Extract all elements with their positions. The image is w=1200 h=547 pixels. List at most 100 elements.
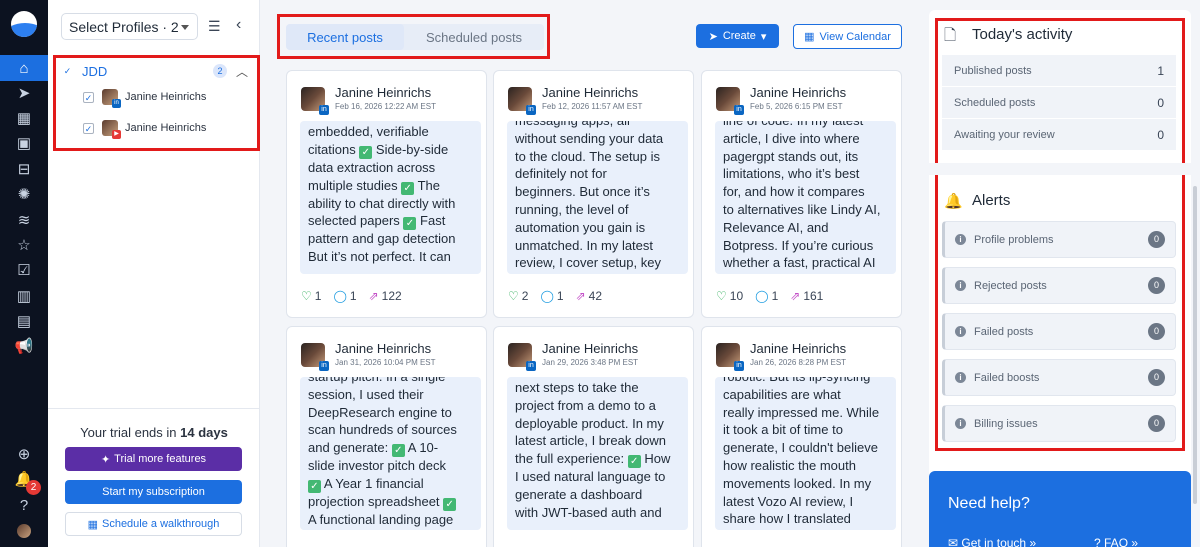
chevron-up-icon[interactable]: ︿: [236, 63, 248, 80]
post-card[interactable]: in Janine Heinrichs Jan 29, 2026 3:48 PM E…: [493, 326, 694, 547]
activity-row[interactable]: Published posts 1: [942, 55, 1176, 86]
check-icon: ✓: [308, 479, 321, 493]
faq-label: FAQ: [1104, 536, 1129, 547]
activity-row[interactable]: Awaiting your review 0: [942, 119, 1176, 150]
reposts-count: 122: [381, 289, 402, 303]
post-author-avatar: in: [508, 87, 536, 115]
post-line: multiple studies ✓ The: [308, 177, 440, 195]
linkedin-icon: in: [319, 361, 329, 371]
post-line: citations ✓ Side-by-side: [308, 141, 449, 159]
tasks-icon[interactable]: ☑: [0, 257, 48, 283]
group-checkbox[interactable]: ✓: [62, 66, 73, 77]
comments-count: 1: [349, 289, 357, 303]
alerts-title: Alerts: [972, 192, 1011, 209]
profile-checkbox[interactable]: ✓: [83, 92, 94, 103]
chevron-down-icon: [181, 25, 189, 30]
check-icon: ✓: [443, 497, 457, 511]
post-line: to alternatives like Lindy AI,: [723, 201, 881, 217]
post-line: review, I cover setup, key: [515, 255, 661, 271]
post-author: Janine Heinrichs: [750, 341, 847, 356]
scrollbar[interactable]: [1193, 186, 1197, 504]
tab-scheduled-posts[interactable]: Scheduled posts: [404, 24, 544, 50]
group-name: JDD: [82, 64, 108, 79]
user-avatar[interactable]: [0, 518, 48, 544]
repost-icon: ⇗: [575, 289, 586, 303]
post-stats: ♡ 1 ◯ 1 ⇗ 122: [301, 289, 402, 303]
post-line: movements looked. In my: [723, 475, 872, 491]
post-card[interactable]: in Janine Heinrichs Feb 16, 2026 12:22 AM …: [286, 70, 487, 318]
analytics-icon[interactable]: ▥: [0, 283, 48, 309]
alert-row-rejected-posts[interactable]: i Rejected posts 0: [942, 267, 1176, 304]
alert-label: Profile problems: [974, 233, 1054, 246]
post-author-avatar: in: [301, 87, 329, 115]
collapse-panel-icon[interactable]: ‹: [236, 16, 241, 34]
app-logo[interactable]: [11, 11, 37, 37]
help-icon[interactable]: ?: [0, 492, 48, 518]
star-icon[interactable]: ☆: [0, 232, 48, 258]
alert-label: Billing issues: [974, 417, 1038, 430]
posts-tabs: Recent posts Scheduled posts: [286, 24, 544, 50]
linkedin-icon: in: [526, 105, 536, 115]
comments-stat: ◯ 1: [333, 289, 356, 303]
post-card[interactable]: in Janine Heinrichs Feb 5, 2026 6:15 PM ES…: [701, 70, 902, 318]
tab-recent-posts[interactable]: Recent posts: [286, 24, 404, 50]
create-button[interactable]: ➤ Create ▾: [696, 24, 779, 48]
activity-value: 1: [1157, 63, 1164, 78]
profiles-panel: Select Profiles · 2 ☰ ‹ ✓ JDD 2 ︿ ✓ in J…: [48, 0, 260, 547]
comment-icon: ◯: [755, 289, 769, 303]
post-date: Jan 31, 2026 10:04 PM EST: [335, 358, 436, 367]
image-icon[interactable]: ▣: [0, 130, 48, 156]
alert-row-failed-posts[interactable]: i Failed posts 0: [942, 313, 1176, 350]
schedule-walkthrough-button[interactable]: ▦ Schedule a walkthrough: [65, 512, 242, 536]
check-icon: ✓: [403, 217, 417, 231]
activity-row[interactable]: Scheduled posts 0: [942, 87, 1176, 118]
profile-name: Janine Heinrichs: [125, 122, 207, 134]
start-subscription-button[interactable]: Start my subscription: [65, 480, 242, 504]
post-card[interactable]: in Janine Heinrichs Jan 26, 2026 8:28 PM E…: [701, 326, 902, 547]
faq-link[interactable]: ? FAQ »: [1094, 536, 1138, 547]
post-line: projection spreadsheet ✓: [308, 493, 473, 511]
post-card[interactable]: in Janine Heinrichs Jan 31, 2026 10:04 PM …: [286, 326, 487, 547]
post-line: I used natural language to: [515, 469, 666, 485]
post-line: generate, I couldn't believe: [723, 440, 878, 456]
home-icon[interactable]: ⌂: [0, 55, 48, 81]
post-date: Feb 16, 2026 12:22 AM EST: [335, 102, 436, 111]
post-line: project from a demo to a: [515, 397, 656, 413]
profile-group[interactable]: ✓ JDD 2 ︿: [62, 63, 248, 81]
view-calendar-button[interactable]: ▦ View Calendar: [793, 24, 902, 49]
alert-count: 0: [1148, 323, 1165, 340]
post-date: Feb 5, 2026 6:15 PM EST: [750, 102, 843, 111]
post-author-avatar: in: [301, 343, 329, 371]
repost-icon: ⇗: [790, 289, 801, 303]
alert-row-profile-problems[interactable]: i Profile problems 0: [942, 221, 1176, 258]
post-author: Janine Heinrichs: [335, 341, 432, 356]
profile-checkbox[interactable]: ✓: [83, 123, 94, 134]
inbox-icon[interactable]: ⊟: [0, 156, 48, 182]
post-line: share how I translated: [723, 511, 851, 527]
post-line: line of code. In my latest: [723, 121, 888, 130]
alert-count: 0: [1148, 231, 1165, 248]
trial-more-features-button[interactable]: ✦ Trial more features: [65, 447, 242, 471]
audio-icon[interactable]: ≋: [0, 207, 48, 233]
alert-row-failed-boosts[interactable]: i Failed boosts 0: [942, 359, 1176, 396]
activity-value: 0: [1157, 127, 1164, 142]
select-profiles-dropdown[interactable]: Select Profiles · 2: [61, 13, 198, 40]
get-in-touch-link[interactable]: ✉ Get in touch »: [948, 536, 1036, 547]
activity-value: 0: [1157, 95, 1164, 110]
post-content: next steps to take the project from a dem…: [507, 377, 688, 530]
heart-icon: ♡: [508, 289, 519, 303]
layout-icon[interactable]: ▤: [0, 308, 48, 334]
add-icon[interactable]: ⊕: [0, 441, 48, 467]
get-in-touch-label: Get in touch: [961, 536, 1027, 547]
send-icon[interactable]: ➤: [0, 80, 48, 106]
post-card[interactable]: in Janine Heinrichs Feb 12, 2026 11:57 AM …: [493, 70, 694, 318]
calendar-icon[interactable]: ▦: [0, 105, 48, 131]
post-content: embedded, verifiable citations ✓ Side-by-…: [300, 121, 481, 274]
activity-label: Scheduled posts: [954, 96, 1036, 109]
comment-icon: ◯: [333, 289, 347, 303]
alert-row-billing-issues[interactable]: i Billing issues 0: [942, 405, 1176, 442]
filter-icon[interactable]: ☰: [208, 18, 221, 35]
megaphone-icon[interactable]: 📢: [0, 333, 48, 359]
post-line: Relevance AI, and: [723, 219, 829, 235]
workflow-icon[interactable]: ✺: [0, 181, 48, 207]
